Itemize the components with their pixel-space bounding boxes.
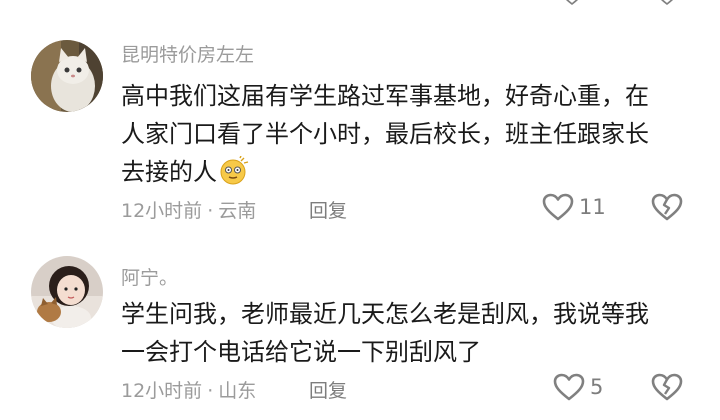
comment-location: 云南 — [218, 200, 257, 222]
comment-line: 人家门口看了半个小时，最后校长，班主任跟家长 — [121, 115, 681, 153]
comment-line: 去接的人 — [121, 153, 681, 191]
comment-meta: 12小时前 · 云南 — [121, 196, 256, 223]
heart-icon — [553, 373, 585, 401]
comment-meta: 12小时前 · 山东 — [121, 376, 256, 403]
comment-location: 山东 — [218, 380, 257, 402]
username[interactable]: 昆明特价房左左 — [121, 40, 254, 67]
comment-line: 高中我们这届有学生路过军事基地，好奇心重，在 — [121, 82, 649, 110]
meta-separator: · — [207, 200, 214, 222]
avatar[interactable] — [31, 256, 103, 328]
reply-button[interactable]: 回复 — [309, 196, 347, 223]
dislike-button[interactable] — [650, 372, 684, 406]
dislike-button[interactable] — [650, 192, 684, 226]
comment-time: 12小时前 — [121, 380, 203, 402]
comment-line-text: 人家门口看了半个小时，最后校长，班主任跟家长 — [121, 120, 649, 148]
broken-heart-icon — [651, 193, 683, 221]
broken-heart-icon[interactable] — [655, 0, 679, 6]
comment-text: 学生问我，老师最近几天怎么老是刮风，我说等我 一会打个电话给它说一下别刮风了 — [121, 295, 681, 371]
like-button[interactable]: 5 — [552, 372, 603, 402]
like-count: 11 — [579, 195, 606, 219]
reply-button[interactable]: 回复 — [309, 376, 347, 403]
comment-time: 12小时前 — [121, 200, 203, 222]
broken-heart-icon — [651, 373, 683, 401]
heart-icon — [542, 193, 574, 221]
comment-line: 一会打个电话给它说一下别刮风了 — [121, 338, 481, 366]
comment-line: 学生问我，老师最近几天怎么老是刮风，我说等我 — [121, 300, 649, 328]
dizzy-face-emoji-icon — [220, 156, 249, 185]
comment-text: 高中我们这届有学生路过军事基地，好奇心重，在 人家门口看了半个小时，最后校长，班… — [121, 77, 681, 191]
like-button[interactable]: 11 — [541, 192, 606, 222]
comment-line-text: 去接的人 — [121, 158, 217, 186]
meta-separator: · — [207, 380, 214, 402]
previous-comment-actions — [0, 0, 720, 6]
like-count: 5 — [590, 375, 604, 399]
avatar[interactable] — [31, 40, 103, 112]
username[interactable]: 阿宁。 — [121, 263, 178, 290]
heart-icon[interactable] — [560, 0, 584, 6]
